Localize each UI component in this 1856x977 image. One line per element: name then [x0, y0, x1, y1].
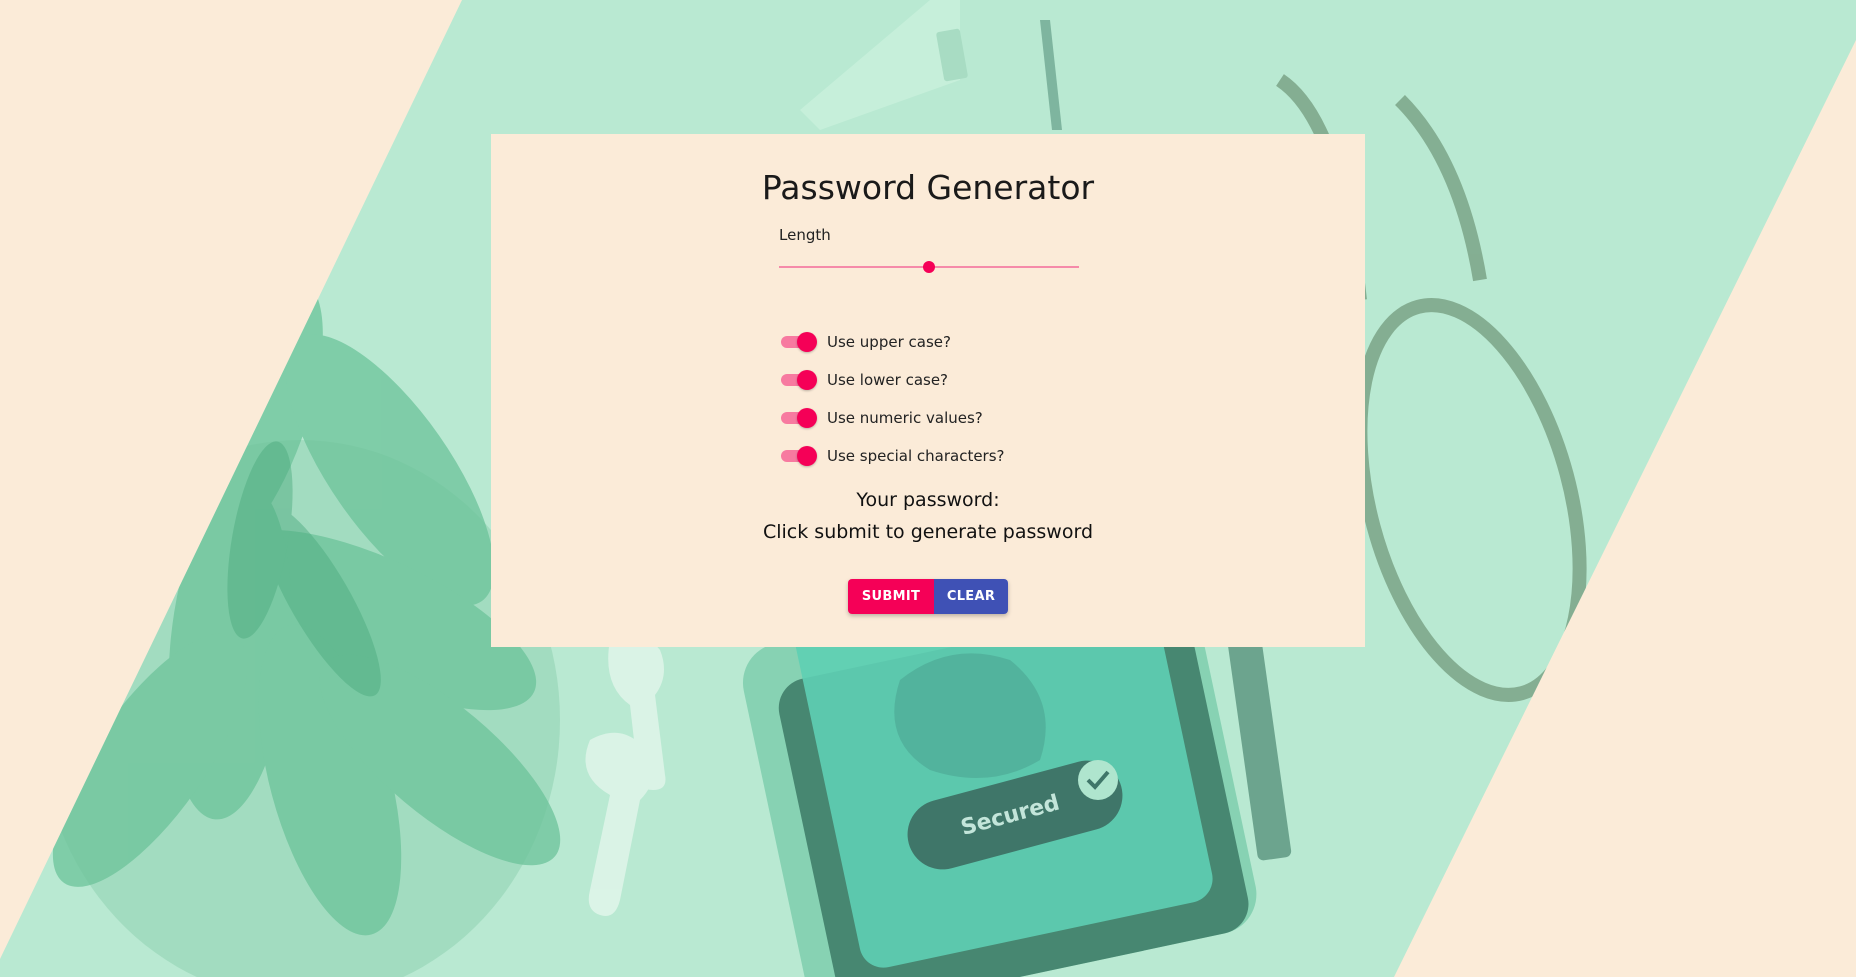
options-list: Use upper case? Use lower case? Use nume… — [779, 323, 1005, 475]
switch-knob — [797, 446, 817, 466]
option-lower-case[interactable]: Use lower case? — [779, 361, 1005, 399]
upper-case-switch[interactable] — [779, 331, 817, 353]
lower-case-switch[interactable] — [779, 369, 817, 391]
option-label: Use lower case? — [827, 371, 949, 389]
page-title: Password Generator — [761, 168, 1095, 207]
switch-knob — [797, 332, 817, 352]
slider-thumb[interactable] — [923, 261, 935, 273]
option-label: Use upper case? — [827, 333, 951, 351]
switch-knob — [797, 408, 817, 428]
length-slider[interactable] — [779, 255, 1079, 279]
option-label: Use numeric values? — [827, 409, 983, 427]
password-output: Click submit to generate password — [762, 521, 1094, 543]
length-label: Length — [779, 226, 831, 244]
page: Secured Password Generator Length Use up… — [0, 0, 1856, 977]
password-heading: Your password: — [856, 489, 1000, 511]
submit-button[interactable]: SUBMIT — [848, 579, 934, 614]
switch-knob — [797, 370, 817, 390]
action-buttons: SUBMIT CLEAR — [848, 579, 1008, 614]
option-special[interactable]: Use special characters? — [779, 437, 1005, 475]
option-numeric[interactable]: Use numeric values? — [779, 399, 1005, 437]
option-upper-case[interactable]: Use upper case? — [779, 323, 1005, 361]
option-label: Use special characters? — [827, 447, 1005, 465]
special-switch[interactable] — [779, 445, 817, 467]
clear-button[interactable]: CLEAR — [934, 579, 1008, 614]
generator-card: Password Generator Length Use upper case… — [491, 134, 1365, 647]
numeric-switch[interactable] — [779, 407, 817, 429]
